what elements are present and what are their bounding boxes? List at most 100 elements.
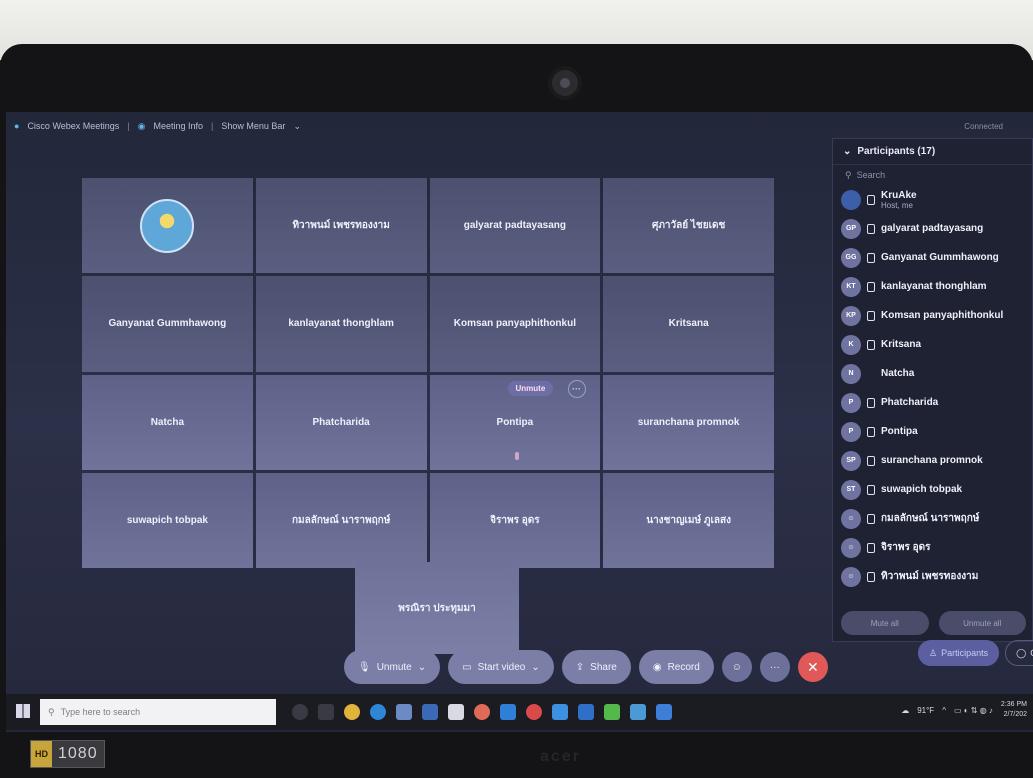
- avatar: P: [841, 392, 861, 413]
- button-label: Start video: [477, 661, 526, 673]
- avatar-person-icon: ☺: [841, 508, 861, 529]
- mic-icon[interactable]: [867, 339, 875, 350]
- store-icon[interactable]: [396, 704, 412, 720]
- laptop-brand-logo: acer: [540, 748, 581, 765]
- participant-name: Ganyanat Gummhawong: [881, 252, 999, 263]
- video-tile[interactable]: จิราพร อุดร: [429, 472, 601, 568]
- app-icon[interactable]: [578, 704, 594, 720]
- video-tile-hovered[interactable]: Unmute ··· Pontipa: [429, 374, 601, 470]
- video-tile[interactable]: นางชาญเมษ์ ภูเลสง: [603, 472, 774, 568]
- participant-row[interactable]: ☺ ทิวาพนม์ เพชรทองงาม: [833, 562, 1032, 591]
- mic-icon[interactable]: [867, 310, 875, 321]
- mic-icon[interactable]: [867, 542, 875, 553]
- video-tile[interactable]: [82, 178, 253, 274]
- explorer-icon[interactable]: [500, 704, 516, 720]
- video-tile[interactable]: galyarat padtayasang: [429, 178, 601, 274]
- app-icon[interactable]: [474, 704, 490, 720]
- video-tile[interactable]: Kritsana: [603, 276, 774, 372]
- video-tile[interactable]: พรณิรา ประทุมมา: [355, 562, 519, 654]
- reactions-button[interactable]: ☺: [721, 652, 752, 682]
- clock[interactable]: 2:36 PM 2/7/202: [1001, 700, 1027, 720]
- app-icon[interactable]: [526, 704, 542, 720]
- video-tile[interactable]: Natcha: [82, 374, 253, 470]
- line-icon[interactable]: [604, 704, 620, 720]
- app-icon[interactable]: [552, 704, 568, 720]
- video-tile[interactable]: ศุภาวัลย์ ไชยเดช: [603, 178, 774, 274]
- participant-row[interactable]: KP Komsan panyaphithonkul: [833, 301, 1032, 330]
- video-tile[interactable]: Phatcharida: [255, 374, 427, 470]
- mail-icon[interactable]: [422, 704, 438, 720]
- record-button[interactable]: ◉ Record: [638, 650, 714, 684]
- chevron-down-icon[interactable]: ⌄: [843, 146, 851, 157]
- participant-row[interactable]: P Pontipa: [833, 417, 1032, 446]
- video-tile[interactable]: suranchana promnok: [603, 374, 774, 470]
- app-icon[interactable]: [630, 704, 646, 720]
- temperature[interactable]: 91°F: [917, 706, 934, 715]
- mute-all-button[interactable]: Mute all: [841, 611, 929, 635]
- chevron-down-icon[interactable]: ⌄: [293, 121, 301, 132]
- tile-name: suranchana promnok: [637, 416, 740, 428]
- unmute-button[interactable]: 🎙︎ Unmute ⌄: [344, 650, 441, 684]
- tray-icons[interactable]: ▭ ◐ ⇅ ◍ ♪: [954, 706, 993, 715]
- mic-icon[interactable]: [867, 484, 875, 495]
- mic-icon[interactable]: [867, 252, 875, 263]
- mic-icon[interactable]: [867, 571, 875, 582]
- start-video-button[interactable]: ▭ Start video ⌄: [448, 650, 554, 684]
- info-icon[interactable]: ◉: [138, 121, 146, 132]
- mic-icon[interactable]: [867, 513, 875, 524]
- chrome-icon[interactable]: [344, 704, 360, 720]
- task-view-icon[interactable]: [318, 704, 334, 720]
- participant-search[interactable]: ⚲ Search: [833, 165, 1032, 185]
- mic-icon[interactable]: [867, 223, 875, 234]
- participant-row[interactable]: N Natcha: [833, 359, 1032, 388]
- participant-row[interactable]: ☺ กมลลักษณ์ นาราพฤกษ์: [833, 504, 1032, 533]
- tile-name: Phatcharida: [312, 416, 370, 428]
- show-menu-bar-button[interactable]: Show Menu Bar: [221, 121, 285, 131]
- video-tile[interactable]: Ganyanat Gummhawong: [82, 276, 253, 372]
- video-tile[interactable]: suwapich tobpak: [82, 472, 253, 568]
- tile-more-button[interactable]: ···: [567, 379, 586, 398]
- unmute-all-button[interactable]: Unmute all: [938, 611, 1026, 635]
- video-tile[interactable]: ทิวาพนม์ เพชรทองงาม: [255, 178, 427, 274]
- mic-muted-icon: [514, 451, 519, 460]
- participant-row[interactable]: GG Ganyanat Gummhawong: [833, 243, 1032, 272]
- webex-app-icon[interactable]: [656, 704, 672, 720]
- mic-icon[interactable]: [867, 426, 875, 437]
- search-input[interactable]: Search: [857, 170, 886, 180]
- leave-meeting-button[interactable]: ✕: [797, 652, 828, 682]
- tab-chat[interactable]: ◯Ch: [1005, 640, 1033, 666]
- mic-icon: 🎙︎: [358, 661, 371, 673]
- more-options-button[interactable]: ···: [759, 652, 790, 682]
- participant-row[interactable]: GP galyarat padtayasang: [833, 214, 1032, 243]
- word-icon[interactable]: [448, 704, 464, 720]
- participant-row[interactable]: ST suwapich tobpak: [833, 475, 1032, 504]
- tab-participants[interactable]: ♙ Participants: [918, 640, 1000, 666]
- video-tile[interactable]: kanlayanat thonghlam: [255, 276, 427, 372]
- participant-row[interactable]: K Kritsana: [833, 330, 1032, 359]
- chevron-down-icon[interactable]: ⌄: [418, 662, 426, 673]
- windows-start-icon[interactable]: [16, 704, 30, 718]
- mic-icon[interactable]: [867, 194, 875, 205]
- taskbar-search-input[interactable]: Type here to search: [61, 707, 141, 717]
- video-tile[interactable]: กมลลักษณ์ นาราพฤกษ์: [255, 472, 427, 568]
- participant-row[interactable]: ☺ จิราพร อุดร: [833, 533, 1032, 562]
- cortana-icon[interactable]: [292, 704, 308, 720]
- participant-row[interactable]: KT kanlayanat thonghlam: [833, 272, 1032, 301]
- participant-row[interactable]: KruAke Host, me: [833, 185, 1032, 214]
- webcam: [552, 70, 578, 96]
- participants-header[interactable]: ⌄ Participants (17): [833, 139, 1032, 165]
- participant-row[interactable]: P Phatcharida: [833, 388, 1032, 417]
- tile-unmute-button[interactable]: Unmute: [507, 380, 554, 396]
- edge-icon[interactable]: [370, 704, 386, 720]
- mic-icon[interactable]: [867, 397, 875, 408]
- mic-icon[interactable]: [867, 455, 875, 466]
- participant-row[interactable]: SP suranchana promnok: [833, 446, 1032, 475]
- video-tile[interactable]: Komsan panyaphithonkul: [429, 276, 601, 372]
- meeting-info-button[interactable]: Meeting Info: [154, 121, 204, 131]
- chevron-down-icon[interactable]: ⌄: [531, 662, 539, 673]
- weather-icon[interactable]: ☁: [901, 706, 909, 715]
- chevron-up-icon[interactable]: ^: [942, 706, 946, 715]
- taskbar-search[interactable]: ⚲ Type here to search: [40, 699, 276, 725]
- mic-icon[interactable]: [867, 281, 875, 292]
- share-button[interactable]: ⇪ Share: [561, 650, 631, 684]
